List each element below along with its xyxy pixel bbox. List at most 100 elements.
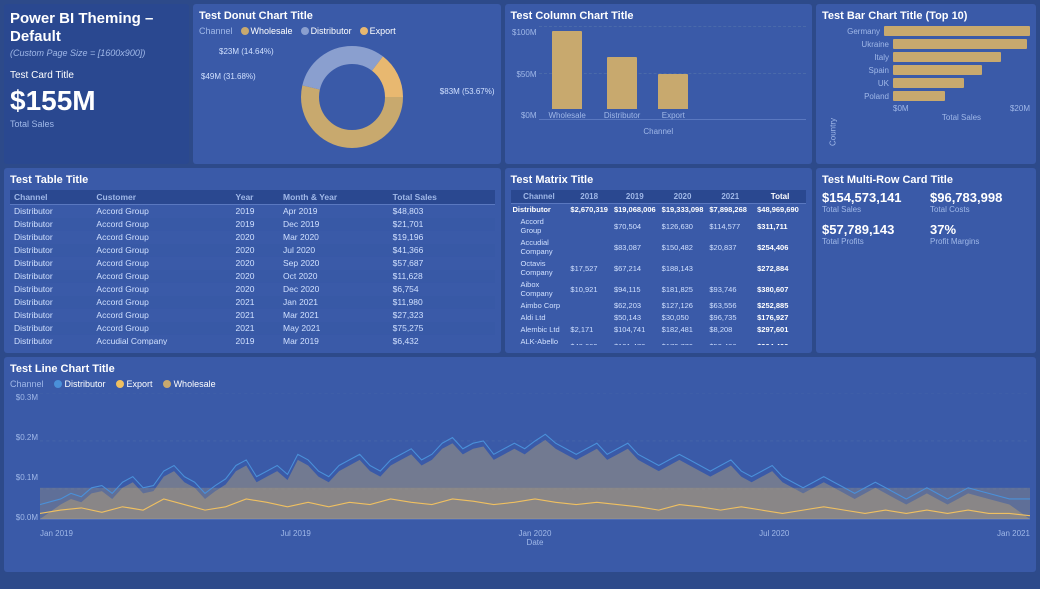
x-label-jul2020: Jul 2020 xyxy=(759,529,789,538)
metric-total-profits: $57,789,143 Total Profits xyxy=(822,222,922,246)
bar-wholesale-fill xyxy=(552,31,582,109)
table-scroll[interactable]: Channel Customer Year Month & Year Total… xyxy=(10,190,495,345)
metric-total-sales-label: Total Sales xyxy=(822,205,922,214)
bar-distributor: Distributor xyxy=(604,57,640,120)
matrix-body: Distributor$2,670,319$19,068,006$19,333,… xyxy=(511,204,807,346)
bar-export-label: Export xyxy=(662,111,685,120)
line-chart-area: Jan 2019 Jul 2019 Jan 2020 Jul 2020 Jan … xyxy=(40,393,1030,538)
table-cell: Jul 2020 xyxy=(279,244,389,257)
matrix-cell: $53,486 xyxy=(706,336,754,346)
line-bars xyxy=(40,434,1030,519)
column-bars-container: Wholesale Distributor Export xyxy=(539,26,807,136)
table-cell: $6,432 xyxy=(389,335,495,346)
matrix-cell: $94,115 xyxy=(611,279,659,300)
legend-export: Export xyxy=(116,379,153,389)
matrix-cell: $150,482 xyxy=(659,237,707,258)
matrix-row: Octavis Company$17,527$67,214$188,143$27… xyxy=(511,258,807,279)
matrix-row: Alembic Ltd$2,171$104,741$182,481$8,208$… xyxy=(511,324,807,336)
bar-title: Test Bar Chart Title (Top 10) xyxy=(822,10,1030,22)
table-row: DistributorAccord Group2021Jan 2021$11,9… xyxy=(10,296,495,309)
matrix-cell xyxy=(567,300,611,312)
bar-x-label: Total Sales xyxy=(844,113,1030,122)
table-cell: Distributor xyxy=(10,283,92,296)
country-italy: Italy xyxy=(844,53,889,62)
matrix-cell: $70,504 xyxy=(611,216,659,237)
table-cell: 2019 xyxy=(232,218,279,231)
distributor-label: Distributor xyxy=(311,26,352,36)
line-y-tick-03: $0.3M xyxy=(16,393,38,402)
col-sales: Total Sales xyxy=(389,190,495,205)
donut-chart: $49M (31.68%) $83M (53.67%) $23M (14.64%… xyxy=(199,42,495,152)
column-panel: Test Column Chart Title $100M $50M $0M W… xyxy=(505,4,813,164)
table-cell: Dec 2019 xyxy=(279,218,389,231)
x-tick-20: $20M xyxy=(1010,104,1030,113)
matrix-cell: $252,885 xyxy=(754,300,806,312)
subtitle: (Custom Page Size = [1600x900]) xyxy=(10,48,183,58)
matrix-col-2018: 2018 xyxy=(567,190,611,204)
table-cell: Accudial Company xyxy=(92,335,231,346)
table-row: DistributorAccord Group2020Mar 2020$19,1… xyxy=(10,231,495,244)
donut-panel: Test Donut Chart Title Channel Wholesale… xyxy=(193,4,501,164)
bar-spain: Spain xyxy=(844,65,1030,75)
y-tick-2: $50M xyxy=(516,70,536,79)
matrix-cell: Accord Group xyxy=(511,216,568,237)
table-row: DistributorAccudial Company2019Mar 2019$… xyxy=(10,335,495,346)
bar-wholesale-label: Wholesale xyxy=(549,111,586,120)
table-cell: Accord Group xyxy=(92,257,231,270)
table-cell: Mar 2021 xyxy=(279,309,389,322)
wholesale-line-dot xyxy=(163,380,171,388)
bar-germany: Germany xyxy=(844,26,1030,36)
matrix-cell: $2,171 xyxy=(567,324,611,336)
table-cell: Distributor xyxy=(10,309,92,322)
export-label: Export xyxy=(370,26,396,36)
card-section: Test Card Title $155M Total Sales xyxy=(10,70,183,129)
matrix-cell: $50,143 xyxy=(611,312,659,324)
matrix-row: Distributor$2,670,319$19,068,006$19,333,… xyxy=(511,204,807,216)
matrix-cell: $96,735 xyxy=(706,312,754,324)
table-cell: Accord Group xyxy=(92,205,231,218)
bar-panel: Test Bar Chart Title (Top 10) Country Ge… xyxy=(816,4,1036,164)
table-cell: Dec 2020 xyxy=(279,283,389,296)
matrix-cell: $297,601 xyxy=(754,324,806,336)
country-poland: Poland xyxy=(844,92,889,101)
bar-export: Export xyxy=(658,74,688,120)
matrix-cell: Accudial Company xyxy=(511,237,568,258)
table-cell: Distributor xyxy=(10,244,92,257)
table-header: Channel Customer Year Month & Year Total… xyxy=(10,190,495,205)
table-cell: $41,366 xyxy=(389,244,495,257)
x-tick-0: $0M xyxy=(893,104,909,113)
matrix-row: Accord Group$70,504$126,630$114,577$311,… xyxy=(511,216,807,237)
matrix-cell: $48,969,690 xyxy=(754,204,806,216)
matrix-cell: $181,825 xyxy=(659,279,707,300)
col-customer: Customer xyxy=(92,190,231,205)
legend-wholesale: Wholesale xyxy=(241,26,293,36)
matrix-cell: $2,670,319 xyxy=(567,204,611,216)
table-cell: Accord Group xyxy=(92,309,231,322)
matrix-col-total: Total xyxy=(754,190,806,204)
column-bars: Wholesale Distributor Export xyxy=(539,26,807,120)
table-cell: $19,196 xyxy=(389,231,495,244)
legend-distributor: Distributor xyxy=(301,26,352,36)
donut-svg xyxy=(272,42,422,152)
matrix-cell: $126,630 xyxy=(659,216,707,237)
table-row: DistributorAccord Group2020Jul 2020$41,3… xyxy=(10,244,495,257)
matrix-cell: $83,087 xyxy=(611,237,659,258)
matrix-cell: $182,481 xyxy=(659,324,707,336)
channel-legend-label: Channel xyxy=(10,379,44,389)
distributor-legend-text: Distributor xyxy=(65,379,106,389)
column-y-axis: $100M $50M $0M xyxy=(511,26,539,136)
table-body: DistributorAccord Group2019Apr 2019$48,8… xyxy=(10,205,495,346)
distributor-line-dot xyxy=(54,380,62,388)
metric-profit-margins: 37% Profit Margins xyxy=(930,222,1030,246)
export-line-dot xyxy=(116,380,124,388)
table-cell: Distributor xyxy=(10,257,92,270)
line-x-labels: Jan 2019 Jul 2019 Jan 2020 Jul 2020 Jan … xyxy=(40,529,1030,538)
matrix-table: Channel 2018 2019 2020 2021 Total Distri… xyxy=(511,190,807,345)
matrix-scroll[interactable]: Channel 2018 2019 2020 2021 Total Distri… xyxy=(511,190,807,345)
matrix-cell: $176,927 xyxy=(754,312,806,324)
table-cell: Jan 2021 xyxy=(279,296,389,309)
line-y-tick-02: $0.2M xyxy=(16,433,38,442)
x-label-jul2019: Jul 2019 xyxy=(281,529,311,538)
metric-total-profits-label: Total Profits xyxy=(822,237,922,246)
metric-total-profits-value: $57,789,143 xyxy=(822,222,922,237)
